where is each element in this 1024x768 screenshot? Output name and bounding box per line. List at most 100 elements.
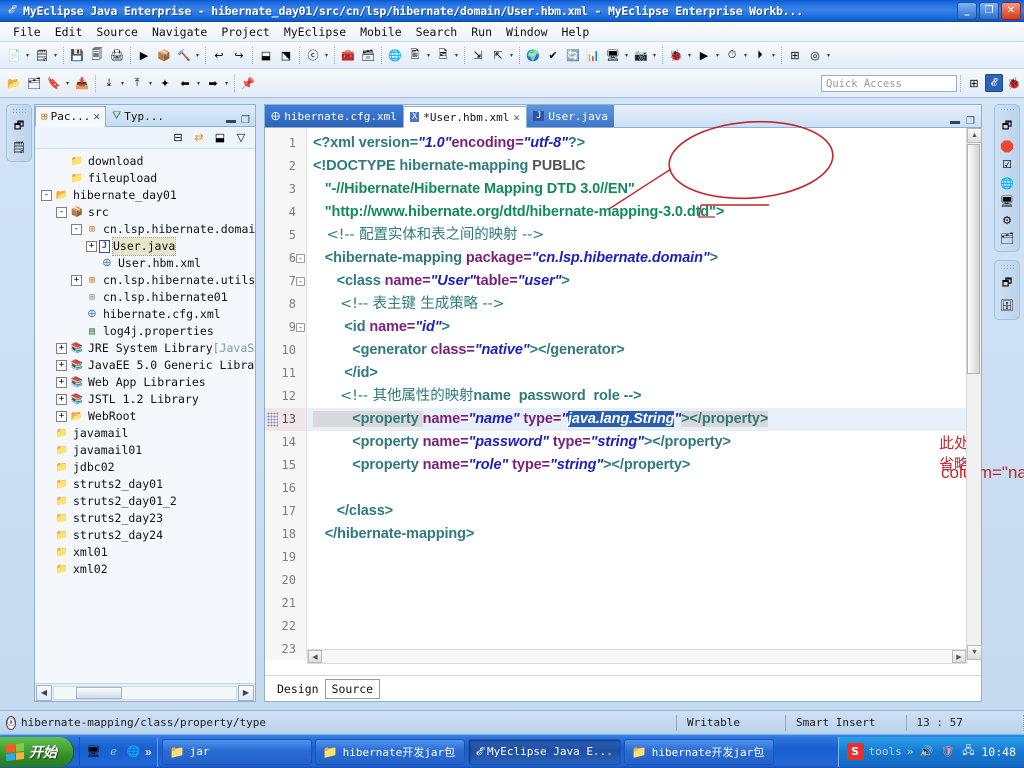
menu-myeclipse[interactable]: MyEclipse bbox=[277, 24, 353, 40]
tree-item[interactable]: + 📂 WebRoot bbox=[41, 408, 255, 425]
scroll-right-icon[interactable]: ▶ bbox=[238, 684, 254, 701]
editor-hscrollbar[interactable]: ◀ ▶ bbox=[307, 649, 967, 664]
tab-user-java[interactable]: J User.java bbox=[526, 105, 615, 127]
clock[interactable]: 10:48 bbox=[981, 745, 1016, 759]
tree-item[interactable]: 📁 download bbox=[41, 153, 255, 170]
taskbar-item-jar[interactable]: 📁 jar bbox=[161, 738, 312, 765]
menu-mobile[interactable]: Mobile bbox=[353, 24, 409, 40]
new-wizard-dropdown-icon[interactable]: ▾ bbox=[24, 46, 31, 64]
open-type-icon[interactable]: ⬓ bbox=[257, 46, 275, 64]
internet-explorer-icon[interactable]: ℯ bbox=[105, 743, 122, 760]
editor-vscrollbar[interactable]: ▲ ▼ bbox=[966, 128, 982, 660]
volume-icon[interactable]: 🔊 bbox=[918, 744, 934, 760]
tree-item[interactable]: - ⊞ cn.lsp.hibernate.domai bbox=[41, 221, 255, 238]
package-explorer-hscrollbar[interactable]: ◀ ▶ bbox=[35, 683, 255, 701]
view-menu-icon[interactable]: ▽ bbox=[233, 130, 249, 146]
collapse-toggle-icon[interactable]: - bbox=[41, 190, 52, 201]
save-all-icon[interactable]: 🗐 bbox=[88, 46, 106, 64]
open-archive-icon[interactable]: 🗂 bbox=[25, 74, 43, 92]
target-icon[interactable]: ◎ bbox=[806, 46, 824, 64]
tree-item[interactable]: 📁 struts2_day01_2 bbox=[41, 493, 255, 510]
pin-editor-icon[interactable]: 📌 bbox=[239, 74, 257, 92]
perspective-java-enterprise-icon[interactable]: 𝓔 bbox=[985, 74, 1003, 92]
expand-toggle-icon[interactable]: + bbox=[56, 343, 67, 354]
tab-hibernate-cfg-xml[interactable]: 🜨 hibernate.cfg.xml bbox=[265, 105, 403, 127]
tree-item[interactable]: ⊞ cn.lsp.hibernate01 bbox=[41, 289, 255, 306]
export-dropdown-icon[interactable]: ▾ bbox=[508, 46, 515, 64]
db-explorer-icon[interactable]: 🧰 bbox=[339, 46, 357, 64]
tree-item[interactable]: 📁 struts2_day23 bbox=[41, 510, 255, 527]
next-annotation-dropdown-icon[interactable]: ▾ bbox=[119, 74, 126, 92]
restore-view-icon[interactable]: 🗗 bbox=[998, 274, 1016, 292]
menu-window[interactable]: Window bbox=[499, 24, 555, 40]
servers-view-icon[interactable]: 🌐 bbox=[998, 176, 1016, 191]
scroll-down-icon[interactable]: ▼ bbox=[967, 645, 982, 660]
new-project-icon[interactable]: 🗒 bbox=[33, 46, 51, 64]
debug-icon[interactable]: 🐞 bbox=[667, 46, 685, 64]
expand-toggle-icon[interactable]: + bbox=[86, 241, 97, 252]
menu-help[interactable]: Help bbox=[555, 24, 597, 40]
menu-run[interactable]: Run bbox=[464, 24, 499, 40]
collapse-all-icon[interactable]: ⊟ bbox=[170, 130, 186, 146]
tab-design[interactable]: Design bbox=[271, 680, 325, 698]
quick-launch-more-icon[interactable]: » bbox=[145, 745, 152, 759]
new-wizard-icon[interactable]: 📄 bbox=[5, 46, 23, 64]
web-preview-dropdown-icon[interactable]: ▾ bbox=[623, 46, 630, 64]
focus-on-active-task-icon[interactable]: ⬓ bbox=[212, 130, 228, 146]
forward-icon[interactable]: ➡ bbox=[204, 74, 222, 92]
code-line[interactable]: <!-- 配置实体和表之间的映射 --> bbox=[307, 224, 981, 247]
menu-navigate[interactable]: Navigate bbox=[145, 24, 214, 40]
code-line[interactable]: <!DOCTYPE hibernate-mapping PUBLIC bbox=[307, 155, 981, 178]
fold-toggle-icon[interactable]: - bbox=[296, 254, 305, 263]
vscroll-thumb[interactable] bbox=[967, 144, 980, 374]
minimize-editor-icon[interactable]: ▬ bbox=[950, 116, 960, 127]
code-line[interactable]: <hibernate-mapping package="cn.lsp.hiber… bbox=[307, 247, 981, 270]
taskbar-item-myeclipse[interactable]: 𝓔 MyEclipse Java E... bbox=[467, 738, 621, 765]
code-line[interactable]: <property name="role" type="string"></pr… bbox=[307, 454, 981, 477]
fold-toggle-icon[interactable]: - bbox=[296, 323, 305, 332]
code-line[interactable]: </class> bbox=[307, 500, 981, 523]
tree-item[interactable]: 📁 xml01 bbox=[41, 544, 255, 561]
code-line[interactable]: <property name="password" type="string">… bbox=[307, 431, 981, 454]
code-line[interactable] bbox=[307, 569, 981, 592]
code-line[interactable]: <?xml version="1.0"encoding="utf-8"?> bbox=[307, 132, 981, 155]
maximize-button[interactable]: ❐ bbox=[979, 1, 999, 20]
last-edit-icon[interactable]: ✦ bbox=[156, 74, 174, 92]
tab-type-hierarchy[interactable]: ⛛ Typ... bbox=[106, 105, 170, 126]
desktop-icon[interactable]: 🖥 bbox=[85, 743, 102, 760]
attach-icon[interactable]: 🔖 bbox=[45, 74, 63, 92]
outline-tree-icon[interactable]: 🗄 bbox=[998, 296, 1016, 314]
start-button[interactable]: 开始 bbox=[0, 736, 74, 767]
run-server-icon[interactable]: ▶ bbox=[135, 46, 153, 64]
new-html-icon[interactable]: 🖻 bbox=[434, 46, 452, 64]
close-icon[interactable]: ✕ bbox=[513, 111, 520, 124]
build-dropdown-icon[interactable]: ▾ bbox=[194, 46, 201, 64]
tree-item[interactable]: + J User.java bbox=[41, 237, 255, 256]
close-icon[interactable]: ✕ bbox=[93, 110, 100, 123]
close-button[interactable]: ✕ bbox=[1001, 1, 1021, 20]
tree-item[interactable]: 🜨 User.hbm.xml bbox=[41, 255, 255, 272]
tree-item[interactable]: + ⊞ cn.lsp.hibernate.utils bbox=[41, 272, 255, 289]
refresh-icon[interactable]: 🔄 bbox=[564, 46, 582, 64]
tab-source[interactable]: Source bbox=[324, 678, 381, 699]
network-icon[interactable]: 🖧 bbox=[960, 744, 976, 760]
menu-search[interactable]: Search bbox=[409, 24, 465, 40]
tray-more-icon[interactable]: » bbox=[907, 745, 914, 758]
antivirus-icon[interactable]: 🛡 bbox=[939, 744, 955, 760]
tree-item[interactable]: + 📚 Web App Libraries bbox=[41, 374, 255, 391]
new-jsp-dropdown-icon[interactable]: ▾ bbox=[425, 46, 432, 64]
fold-toggle-icon[interactable]: - bbox=[296, 277, 305, 286]
tree-item[interactable]: 🜨 hibernate.cfg.xml bbox=[41, 306, 255, 323]
code-line[interactable]: </id> bbox=[307, 362, 981, 385]
new-jsp-icon[interactable]: 🖺 bbox=[406, 46, 424, 64]
expand-toggle-icon[interactable]: + bbox=[56, 394, 67, 405]
next-annotation-icon[interactable]: ⤓ bbox=[100, 74, 118, 92]
menu-project[interactable]: Project bbox=[214, 24, 276, 40]
minimize-view-icon[interactable]: ▬ bbox=[226, 115, 236, 126]
maximize-editor-icon[interactable]: ❐ bbox=[966, 116, 975, 127]
target-dropdown-icon[interactable]: ▾ bbox=[825, 46, 832, 64]
code-line[interactable]: <!-- 其他属性的映射name password role --> bbox=[307, 385, 981, 408]
run-as-dropdown-icon[interactable]: ▾ bbox=[770, 46, 777, 64]
scroll-left-icon[interactable]: ◀ bbox=[36, 684, 52, 701]
fast-view-grip[interactable] bbox=[1000, 264, 1014, 269]
